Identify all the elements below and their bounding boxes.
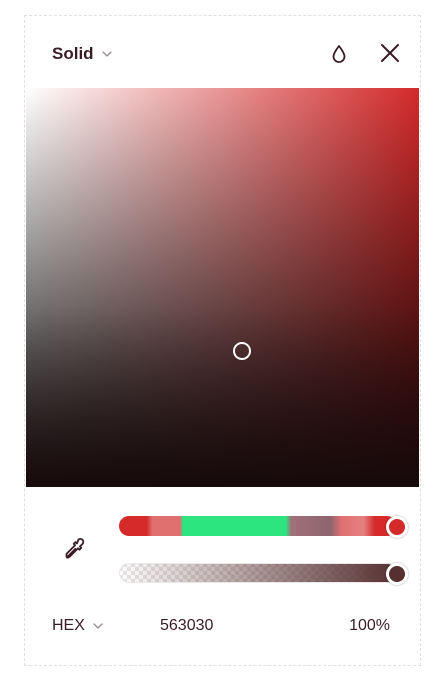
hue-slider[interactable] xyxy=(119,516,397,536)
eyedropper-button[interactable] xyxy=(61,536,87,562)
close-icon xyxy=(381,44,399,62)
opacity-slider-handle[interactable] xyxy=(386,563,408,585)
fill-mode-label: Solid xyxy=(52,44,94,63)
picker-header: Solid xyxy=(25,16,420,88)
hex-input[interactable] xyxy=(160,614,250,638)
drop-button[interactable] xyxy=(325,40,353,68)
eyedropper-icon xyxy=(65,538,85,559)
opacity-slider[interactable] xyxy=(119,563,397,583)
close-button[interactable] xyxy=(375,38,405,68)
chevron-down-icon xyxy=(101,51,112,57)
color-picker-panel: Solid HEX xyxy=(24,15,421,666)
color-format-label: HEX xyxy=(52,617,85,634)
sv-shade-overlay xyxy=(26,88,419,487)
chevron-down-icon xyxy=(93,623,103,629)
fill-mode-dropdown[interactable]: Solid xyxy=(52,40,113,68)
hue-slider-handle[interactable] xyxy=(386,516,408,538)
opacity-input[interactable] xyxy=(325,614,390,638)
drop-icon xyxy=(332,45,346,63)
color-format-dropdown[interactable]: HEX xyxy=(52,614,104,638)
saturation-brightness-area[interactable] xyxy=(26,88,419,487)
sv-handle[interactable] xyxy=(233,342,252,361)
